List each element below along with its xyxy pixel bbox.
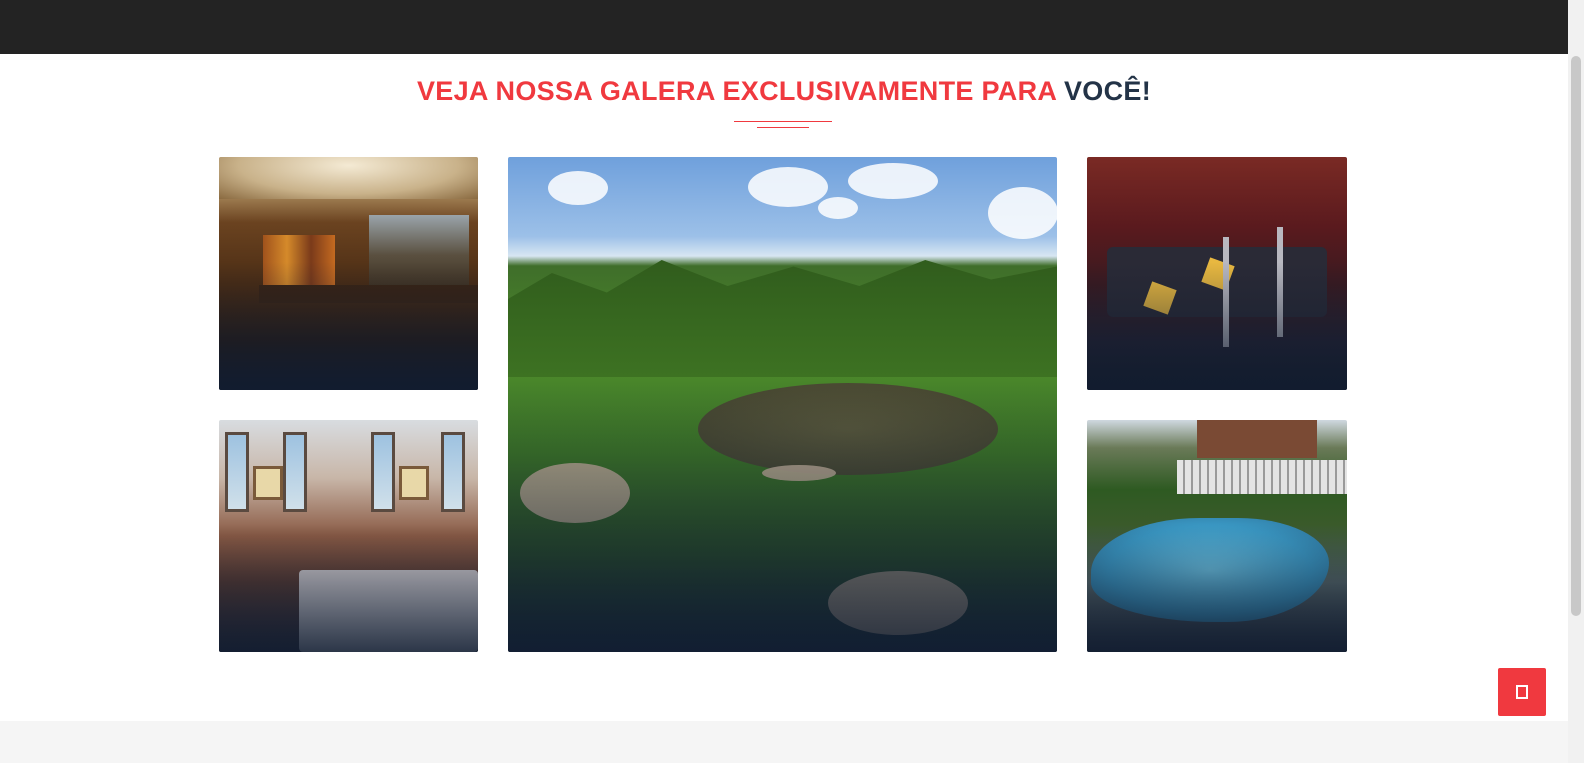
top-navbar <box>0 0 1568 54</box>
title-underline-long <box>734 121 832 122</box>
gallery-image-swimming-pool[interactable] <box>1087 420 1347 652</box>
gallery-image-restaurant-dining[interactable] <box>219 420 478 652</box>
gallery-image-golf-course[interactable] <box>508 157 1057 652</box>
footer-band <box>0 721 1568 763</box>
page-scrollbar[interactable] <box>1568 0 1584 763</box>
gallery-image-hookah-lounge[interactable] <box>1087 157 1347 390</box>
gallery-image-bar-interior[interactable] <box>219 157 478 390</box>
scrollbar-thumb[interactable] <box>1571 56 1581 616</box>
back-to-top-button[interactable] <box>1498 668 1546 716</box>
title-accent-text: VEJA NOSSA GALERA EXCLUSIVAMENTE PARA <box>417 76 1057 106</box>
title-dark-text: VOCÊ! <box>1063 76 1151 106</box>
gallery-section-title: VEJA NOSSA GALERA EXCLUSIVAMENTE PARA VO… <box>0 76 1568 107</box>
title-underline-short <box>757 127 809 128</box>
arrow-up-icon <box>1516 685 1528 699</box>
